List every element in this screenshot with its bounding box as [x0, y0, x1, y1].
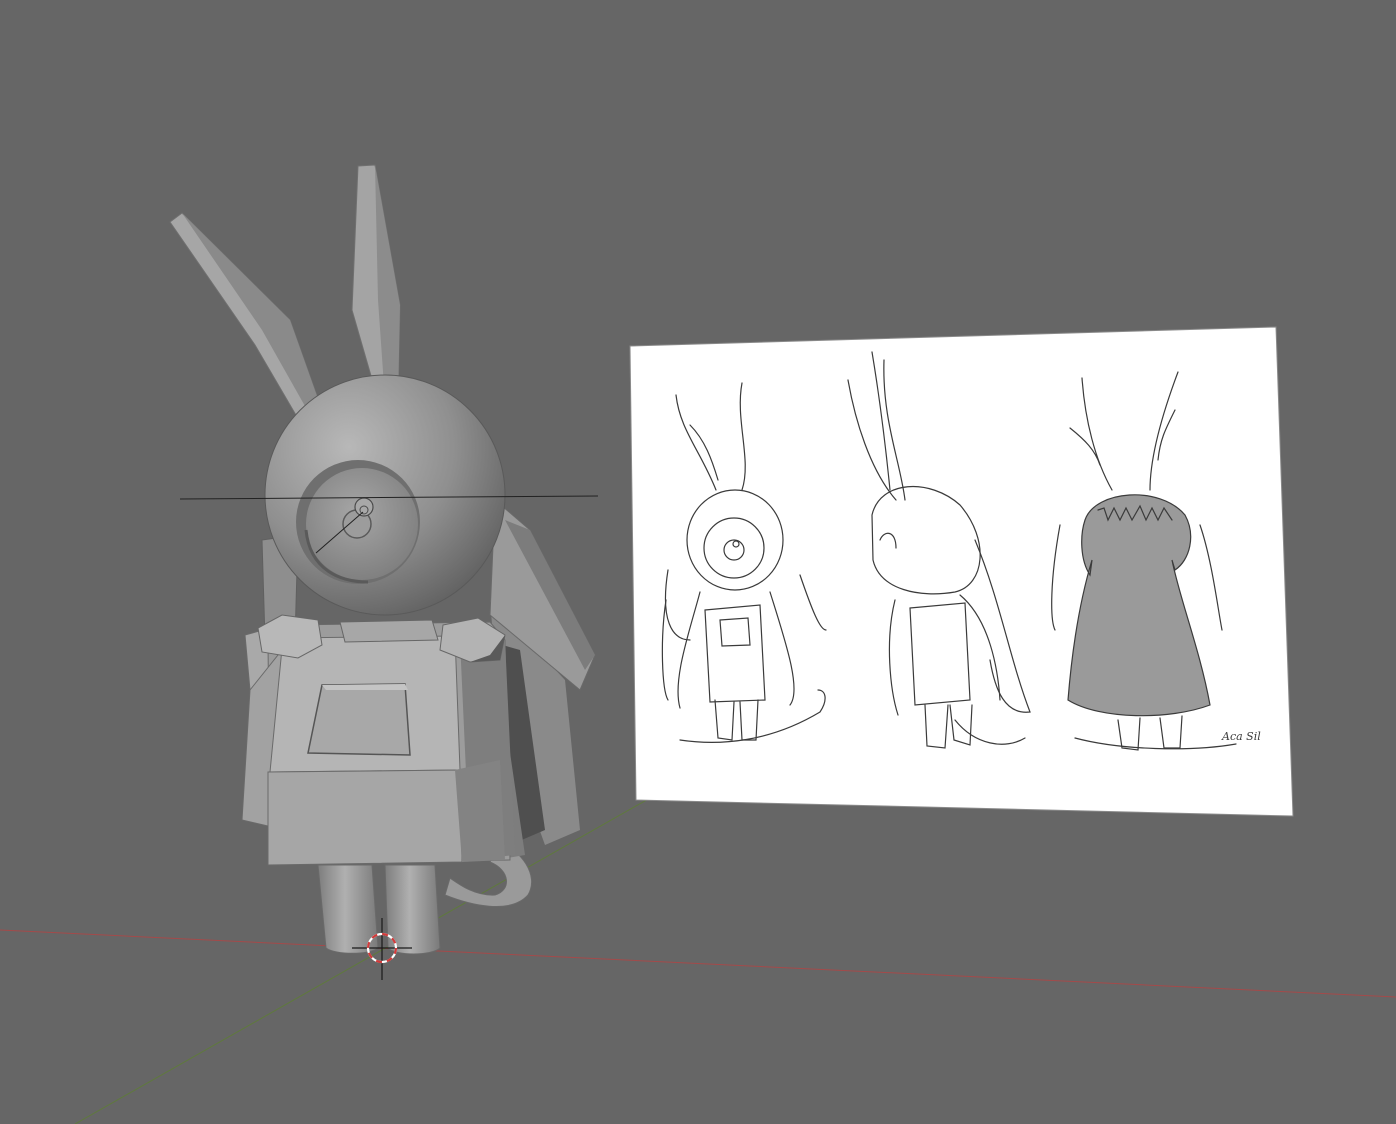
- 3d-viewport[interactable]: Aca Sil: [0, 0, 1396, 1124]
- sketch-signature: Aca Sil: [1221, 730, 1261, 743]
- model-apron-pocket: [307, 683, 411, 756]
- character-model[interactable]: [169, 164, 599, 955]
- viewport-canvas[interactable]: Aca Sil: [0, 0, 1396, 1124]
- model-collar: [339, 619, 439, 643]
- model-leg-left: [317, 864, 379, 954]
- x-axis-line: [0, 929, 1396, 998]
- reference-image-plane[interactable]: Aca Sil: [629, 326, 1294, 817]
